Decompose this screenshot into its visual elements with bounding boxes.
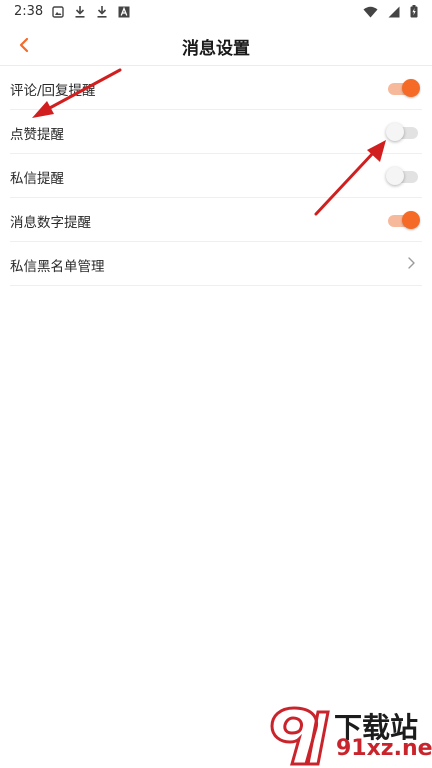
setting-row-like[interactable]: 点赞提醒 xyxy=(10,110,422,154)
setting-row-blacklist[interactable]: 私信黑名单管理 xyxy=(10,242,422,286)
toggle-knob xyxy=(402,79,420,97)
toggle-knob xyxy=(386,123,404,141)
signal-icon xyxy=(388,6,400,17)
watermark-logo-icon xyxy=(270,706,330,766)
setting-label: 私信黑名单管理 xyxy=(10,259,105,275)
font-icon xyxy=(118,6,130,17)
status-left-icons xyxy=(52,5,130,18)
wifi-icon xyxy=(363,6,378,17)
watermark-site: 91xz.net xyxy=(336,736,432,761)
status-bar: 2:38 xyxy=(0,0,432,24)
status-time: 2:38 xyxy=(14,4,44,19)
setting-label: 评论/回复提醒 xyxy=(10,83,96,99)
setting-label: 消息数字提醒 xyxy=(10,215,91,231)
gallery-icon xyxy=(52,5,64,18)
battery-charging-icon xyxy=(410,5,418,18)
setting-row-message-count[interactable]: 消息数字提醒 xyxy=(10,198,422,242)
page-title: 消息设置 xyxy=(182,39,250,59)
watermark: 下载站 91xz.net xyxy=(266,704,432,768)
comment-reply-toggle[interactable] xyxy=(386,79,420,97)
setting-label: 点赞提醒 xyxy=(10,127,64,143)
chevron-right-icon xyxy=(408,257,415,269)
app-bar: 消息设置 xyxy=(0,24,432,66)
private-message-toggle[interactable] xyxy=(386,167,420,185)
message-count-toggle[interactable] xyxy=(386,211,420,229)
setting-row-private-message[interactable]: 私信提醒 xyxy=(10,154,422,198)
setting-label: 私信提醒 xyxy=(10,171,64,187)
status-right-icons xyxy=(363,5,418,18)
settings-list: 评论/回复提醒 点赞提醒 私信提醒 消息数字提醒 私信黑名单管理 xyxy=(0,66,432,286)
download-icon xyxy=(97,6,107,18)
setting-row-comment-reply[interactable]: 评论/回复提醒 xyxy=(10,66,422,110)
download-icon xyxy=(75,6,85,18)
toggle-knob xyxy=(386,167,404,185)
like-toggle[interactable] xyxy=(386,123,420,141)
toggle-knob xyxy=(402,211,420,229)
